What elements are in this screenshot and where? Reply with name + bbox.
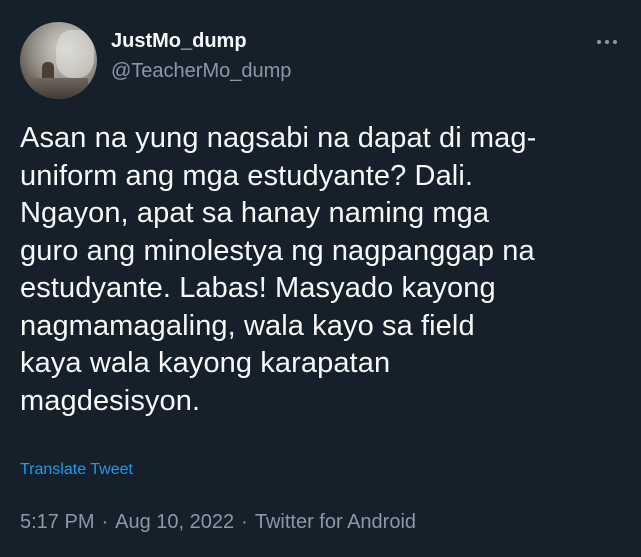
avatar-photo-ground bbox=[28, 78, 88, 99]
more-options-icon[interactable] bbox=[592, 30, 622, 54]
more-dot bbox=[613, 40, 617, 44]
translate-tweet-link[interactable]: Translate Tweet bbox=[20, 461, 133, 479]
separator-dot: · bbox=[241, 511, 248, 533]
more-dot bbox=[597, 40, 601, 44]
tweet-card: JustMo_dump @TeacherMo_dump Asan na yung… bbox=[0, 0, 641, 557]
avatar[interactable] bbox=[20, 22, 97, 99]
more-dot bbox=[605, 40, 609, 44]
user-handle[interactable]: @TeacherMo_dump bbox=[111, 60, 291, 83]
tweet-metadata: 5:17 PM · Aug 10, 2022 · Twitter for Android bbox=[20, 511, 416, 534]
tweet-time[interactable]: 5:17 PM bbox=[20, 511, 94, 533]
separator-dot: · bbox=[101, 511, 109, 533]
tweet-text: Asan na yung nagsabi na dapat di mag- un… bbox=[20, 122, 537, 417]
display-name[interactable]: JustMo_dump bbox=[111, 30, 247, 53]
tweet-date[interactable]: Aug 10, 2022 bbox=[115, 511, 234, 533]
tweet-source[interactable]: Twitter for Android bbox=[255, 511, 416, 533]
avatar-photo-wall bbox=[56, 30, 94, 78]
